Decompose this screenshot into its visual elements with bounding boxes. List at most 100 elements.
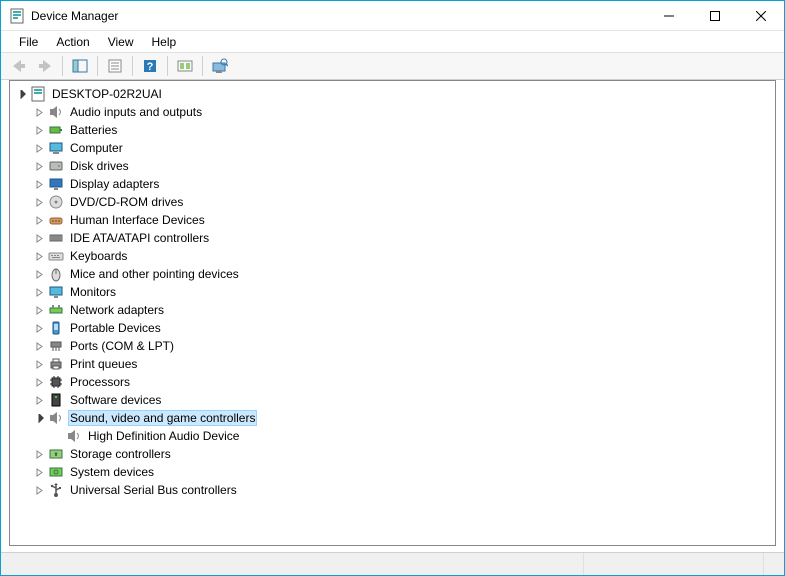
storage-icon <box>48 446 64 462</box>
tree-category[interactable]: Audio inputs and outputs <box>30 103 773 121</box>
tree-category-label: Sound, video and game controllers <box>68 410 257 426</box>
battery-icon <box>48 122 64 138</box>
chevron-right-icon[interactable] <box>32 357 46 371</box>
tree-category-label: Display adapters <box>68 177 161 191</box>
toolbar-separator <box>97 56 98 76</box>
chevron-right-icon[interactable] <box>32 393 46 407</box>
menu-view[interactable]: View <box>100 33 142 51</box>
tree-category[interactable]: Batteries <box>30 121 773 139</box>
chevron-right-icon[interactable] <box>32 231 46 245</box>
help-button[interactable]: ? <box>138 54 162 78</box>
tree-category[interactable]: Keyboards <box>30 247 773 265</box>
tree-category[interactable]: Portable Devices <box>30 319 773 337</box>
tree-category-label: Portable Devices <box>68 321 163 335</box>
chevron-right-icon[interactable] <box>32 285 46 299</box>
tree-category[interactable]: Ports (COM & LPT) <box>30 337 773 355</box>
status-cell <box>584 553 764 575</box>
dvd-icon <box>48 194 64 210</box>
tree-root[interactable]: DESKTOP-02R2UAI <box>12 85 773 103</box>
speaker-icon <box>66 428 82 444</box>
back-button[interactable] <box>7 54 31 78</box>
chevron-right-icon[interactable] <box>32 141 46 155</box>
chevron-right-icon[interactable] <box>32 195 46 209</box>
chevron-right-icon[interactable] <box>32 177 46 191</box>
chevron-right-icon[interactable] <box>32 375 46 389</box>
tree-category[interactable]: Storage controllers <box>30 445 773 463</box>
tree-device[interactable]: High Definition Audio Device <box>48 427 773 445</box>
tree-category[interactable]: Human Interface Devices <box>30 211 773 229</box>
properties-button[interactable] <box>103 54 127 78</box>
tree-category-label: Keyboards <box>68 249 129 263</box>
tree-category-label: Mice and other pointing devices <box>68 267 241 281</box>
port-icon <box>48 338 64 354</box>
tree-category-label: Disk drives <box>68 159 131 173</box>
chevron-right-icon[interactable] <box>32 123 46 137</box>
tree-category-label: DVD/CD-ROM drives <box>68 195 185 209</box>
chevron-right-icon[interactable] <box>32 339 46 353</box>
chevron-right-icon[interactable] <box>32 249 46 263</box>
tree-category-label: Audio inputs and outputs <box>68 105 204 119</box>
tree-category-label: Human Interface Devices <box>68 213 207 227</box>
tree-category-label: Storage controllers <box>68 447 173 461</box>
chevron-right-icon[interactable] <box>32 159 46 173</box>
show-hide-console-tree-button[interactable] <box>68 54 92 78</box>
tree-category[interactable]: Disk drives <box>30 157 773 175</box>
system-icon <box>48 464 64 480</box>
tree-category[interactable]: Sound, video and game controllers <box>30 409 773 427</box>
minimize-button[interactable] <box>646 1 692 31</box>
maximize-button[interactable] <box>692 1 738 31</box>
tree-category[interactable]: Software devices <box>30 391 773 409</box>
chevron-down-icon[interactable] <box>32 411 46 425</box>
tree-device-label: High Definition Audio Device <box>86 429 241 443</box>
toolbar-separator <box>167 56 168 76</box>
tree-category[interactable]: Monitors <box>30 283 773 301</box>
usb-icon <box>48 482 64 498</box>
display-icon <box>48 176 64 192</box>
chevron-right-icon[interactable] <box>32 303 46 317</box>
tree-category[interactable]: Processors <box>30 373 773 391</box>
chevron-right-icon[interactable] <box>32 483 46 497</box>
tree-category[interactable]: IDE ATA/ATAPI controllers <box>30 229 773 247</box>
ide-icon <box>48 230 64 246</box>
toolbar-separator <box>132 56 133 76</box>
menu-help[interactable]: Help <box>144 33 185 51</box>
chevron-right-icon[interactable] <box>32 447 46 461</box>
chevron-right-icon[interactable] <box>32 321 46 335</box>
app-icon <box>9 8 25 24</box>
tree-category[interactable]: Computer <box>30 139 773 157</box>
tree-category[interactable]: Mice and other pointing devices <box>30 265 773 283</box>
chevron-right-icon[interactable] <box>32 465 46 479</box>
monitor-icon <box>48 284 64 300</box>
svg-text:?: ? <box>147 61 154 73</box>
statusbar <box>1 552 784 575</box>
status-cell <box>1 553 584 575</box>
chevron-right-icon[interactable] <box>32 105 46 119</box>
tree-category-label: Network adapters <box>68 303 166 317</box>
menu-file[interactable]: File <box>11 33 46 51</box>
action-button[interactable] <box>173 54 197 78</box>
tree-category[interactable]: Universal Serial Bus controllers <box>30 481 773 499</box>
menu-action[interactable]: Action <box>48 33 97 51</box>
chevron-right-icon[interactable] <box>32 213 46 227</box>
device-tree-pane[interactable]: DESKTOP-02R2UAI Audio inputs and outputs B… <box>9 80 776 546</box>
computer-icon <box>30 86 46 102</box>
close-button[interactable] <box>738 1 784 31</box>
chevron-down-icon[interactable] <box>14 87 28 101</box>
menubar: File Action View Help <box>1 31 784 52</box>
tree-category[interactable]: Network adapters <box>30 301 773 319</box>
scan-hardware-button[interactable] <box>208 54 232 78</box>
computer-icon <box>48 140 64 156</box>
tree-category-label: Processors <box>68 375 132 389</box>
toolbar: ? <box>1 52 784 80</box>
disk-icon <box>48 158 64 174</box>
tree-category[interactable]: Print queues <box>30 355 773 373</box>
chevron-right-icon[interactable] <box>32 267 46 281</box>
tree-category[interactable]: DVD/CD-ROM drives <box>30 193 773 211</box>
tree-category[interactable]: Display adapters <box>30 175 773 193</box>
forward-button[interactable] <box>33 54 57 78</box>
tree-category-label: Ports (COM & LPT) <box>68 339 176 353</box>
software-icon <box>48 392 64 408</box>
resize-grip[interactable] <box>764 553 784 575</box>
tree-category-label: Universal Serial Bus controllers <box>68 483 239 497</box>
tree-category[interactable]: System devices <box>30 463 773 481</box>
